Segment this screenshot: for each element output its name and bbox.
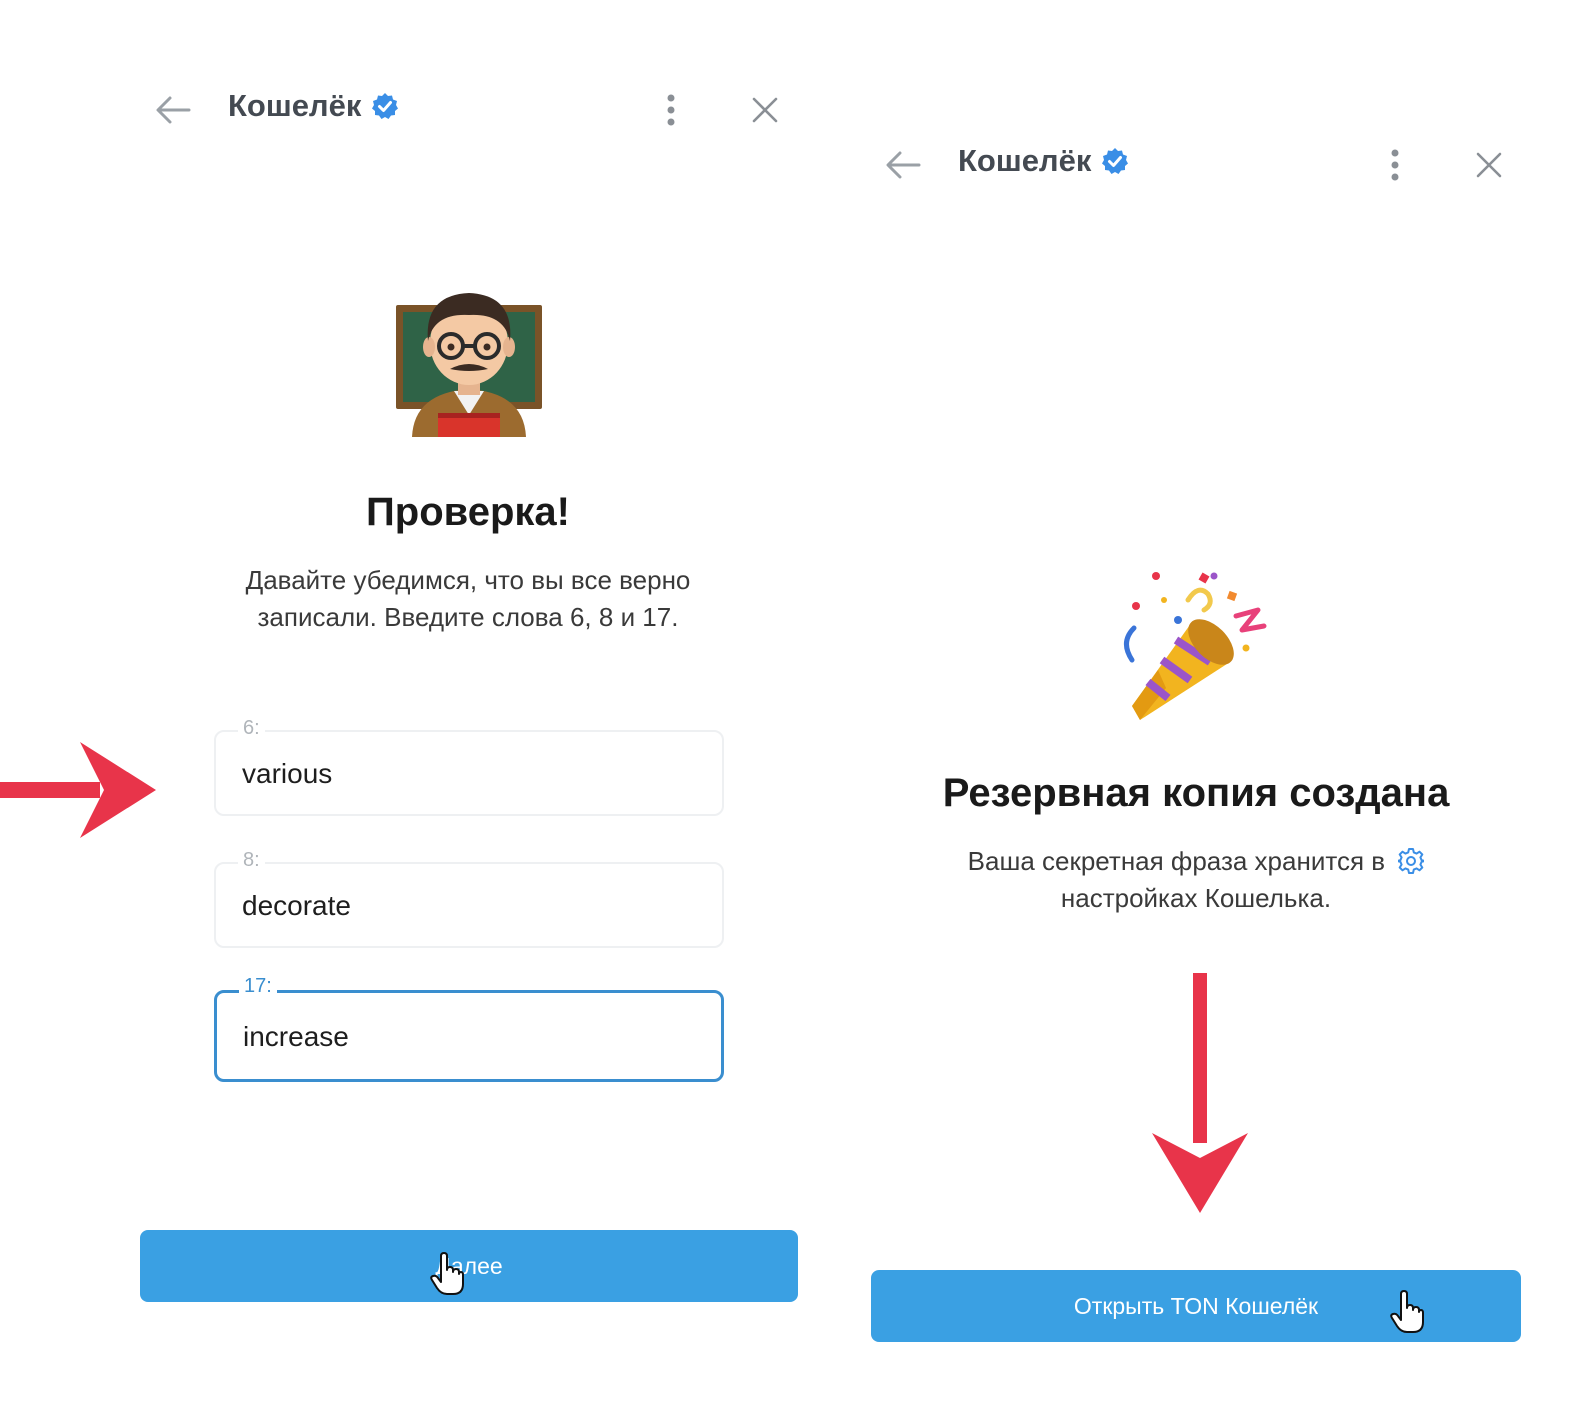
more-options-button[interactable] (646, 85, 696, 135)
app-title-text: Кошелёк (958, 143, 1092, 178)
back-arrow-icon (156, 96, 191, 124)
app-header: Кошелёк (128, 60, 808, 160)
close-button[interactable] (740, 85, 790, 135)
description-line-1: Ваша секретная фраза хранится в (860, 843, 1532, 880)
word-6-input[interactable]: various (242, 758, 332, 790)
open-ton-wallet-label: Открыть TON Кошелёк (1073, 1292, 1319, 1319)
back-button[interactable] (148, 85, 198, 135)
word-8-field[interactable]: 8: decorate (214, 849, 724, 948)
close-icon (1476, 152, 1502, 178)
red-arrow-icon (0, 742, 156, 838)
description: Давайте убедимся, что вы все верно запис… (128, 562, 808, 636)
app-title: Кошелёк (228, 88, 399, 124)
more-vertical-icon (667, 94, 675, 126)
description-line-1: Давайте убедимся, что вы все верно (245, 565, 691, 595)
word-6-field[interactable]: 6: various (214, 717, 724, 816)
description-line-1-text: Ваша секретная фраза хранится в (967, 846, 1386, 876)
word-8-label: 8: (238, 849, 265, 872)
next-button[interactable]: Далее (140, 1230, 798, 1302)
verified-badge-icon (1101, 147, 1129, 175)
more-vertical-icon (1391, 149, 1399, 181)
word-8-input[interactable]: decorate (242, 890, 351, 922)
back-arrow-icon (886, 151, 921, 179)
close-icon (752, 97, 778, 123)
red-arrow-icon (1152, 973, 1248, 1213)
verified-badge-icon (371, 92, 399, 120)
settings-gear-icon[interactable] (1396, 848, 1427, 874)
more-options-button[interactable] (1370, 140, 1420, 190)
hand-cursor-icon (1390, 1290, 1424, 1333)
hand-cursor-icon (430, 1252, 464, 1295)
close-button[interactable] (1464, 140, 1514, 190)
app-header: Кошелёк (860, 115, 1532, 215)
description: Ваша секретная фраза хранится в настройк… (860, 843, 1532, 917)
app-title: Кошелёк (958, 143, 1129, 179)
teacher-emoji-icon (396, 293, 542, 437)
app-title-text: Кошелёк (228, 88, 362, 123)
back-button[interactable] (878, 140, 928, 190)
word-17-label: 17: (239, 975, 277, 998)
page-title: Проверка! (366, 490, 570, 534)
word-17-field[interactable]: 17: increase (214, 975, 724, 1082)
backup-created-screen: Кошелёк Резервная копия создана Ваша сек… (860, 115, 1532, 1375)
word-6-label: 6: (238, 717, 265, 740)
description-line-2: настройках Кошелька. (1060, 883, 1332, 913)
verification-screen: Кошелёк Проверка! Давайте убедимся, что … (128, 60, 808, 1340)
description-line-2: записали. Введите слова 6, 8 и 17. (257, 602, 679, 632)
party-popper-icon (1124, 572, 1267, 720)
word-17-input[interactable]: increase (243, 1021, 349, 1053)
page-title: Резервная копия создана (942, 771, 1450, 815)
